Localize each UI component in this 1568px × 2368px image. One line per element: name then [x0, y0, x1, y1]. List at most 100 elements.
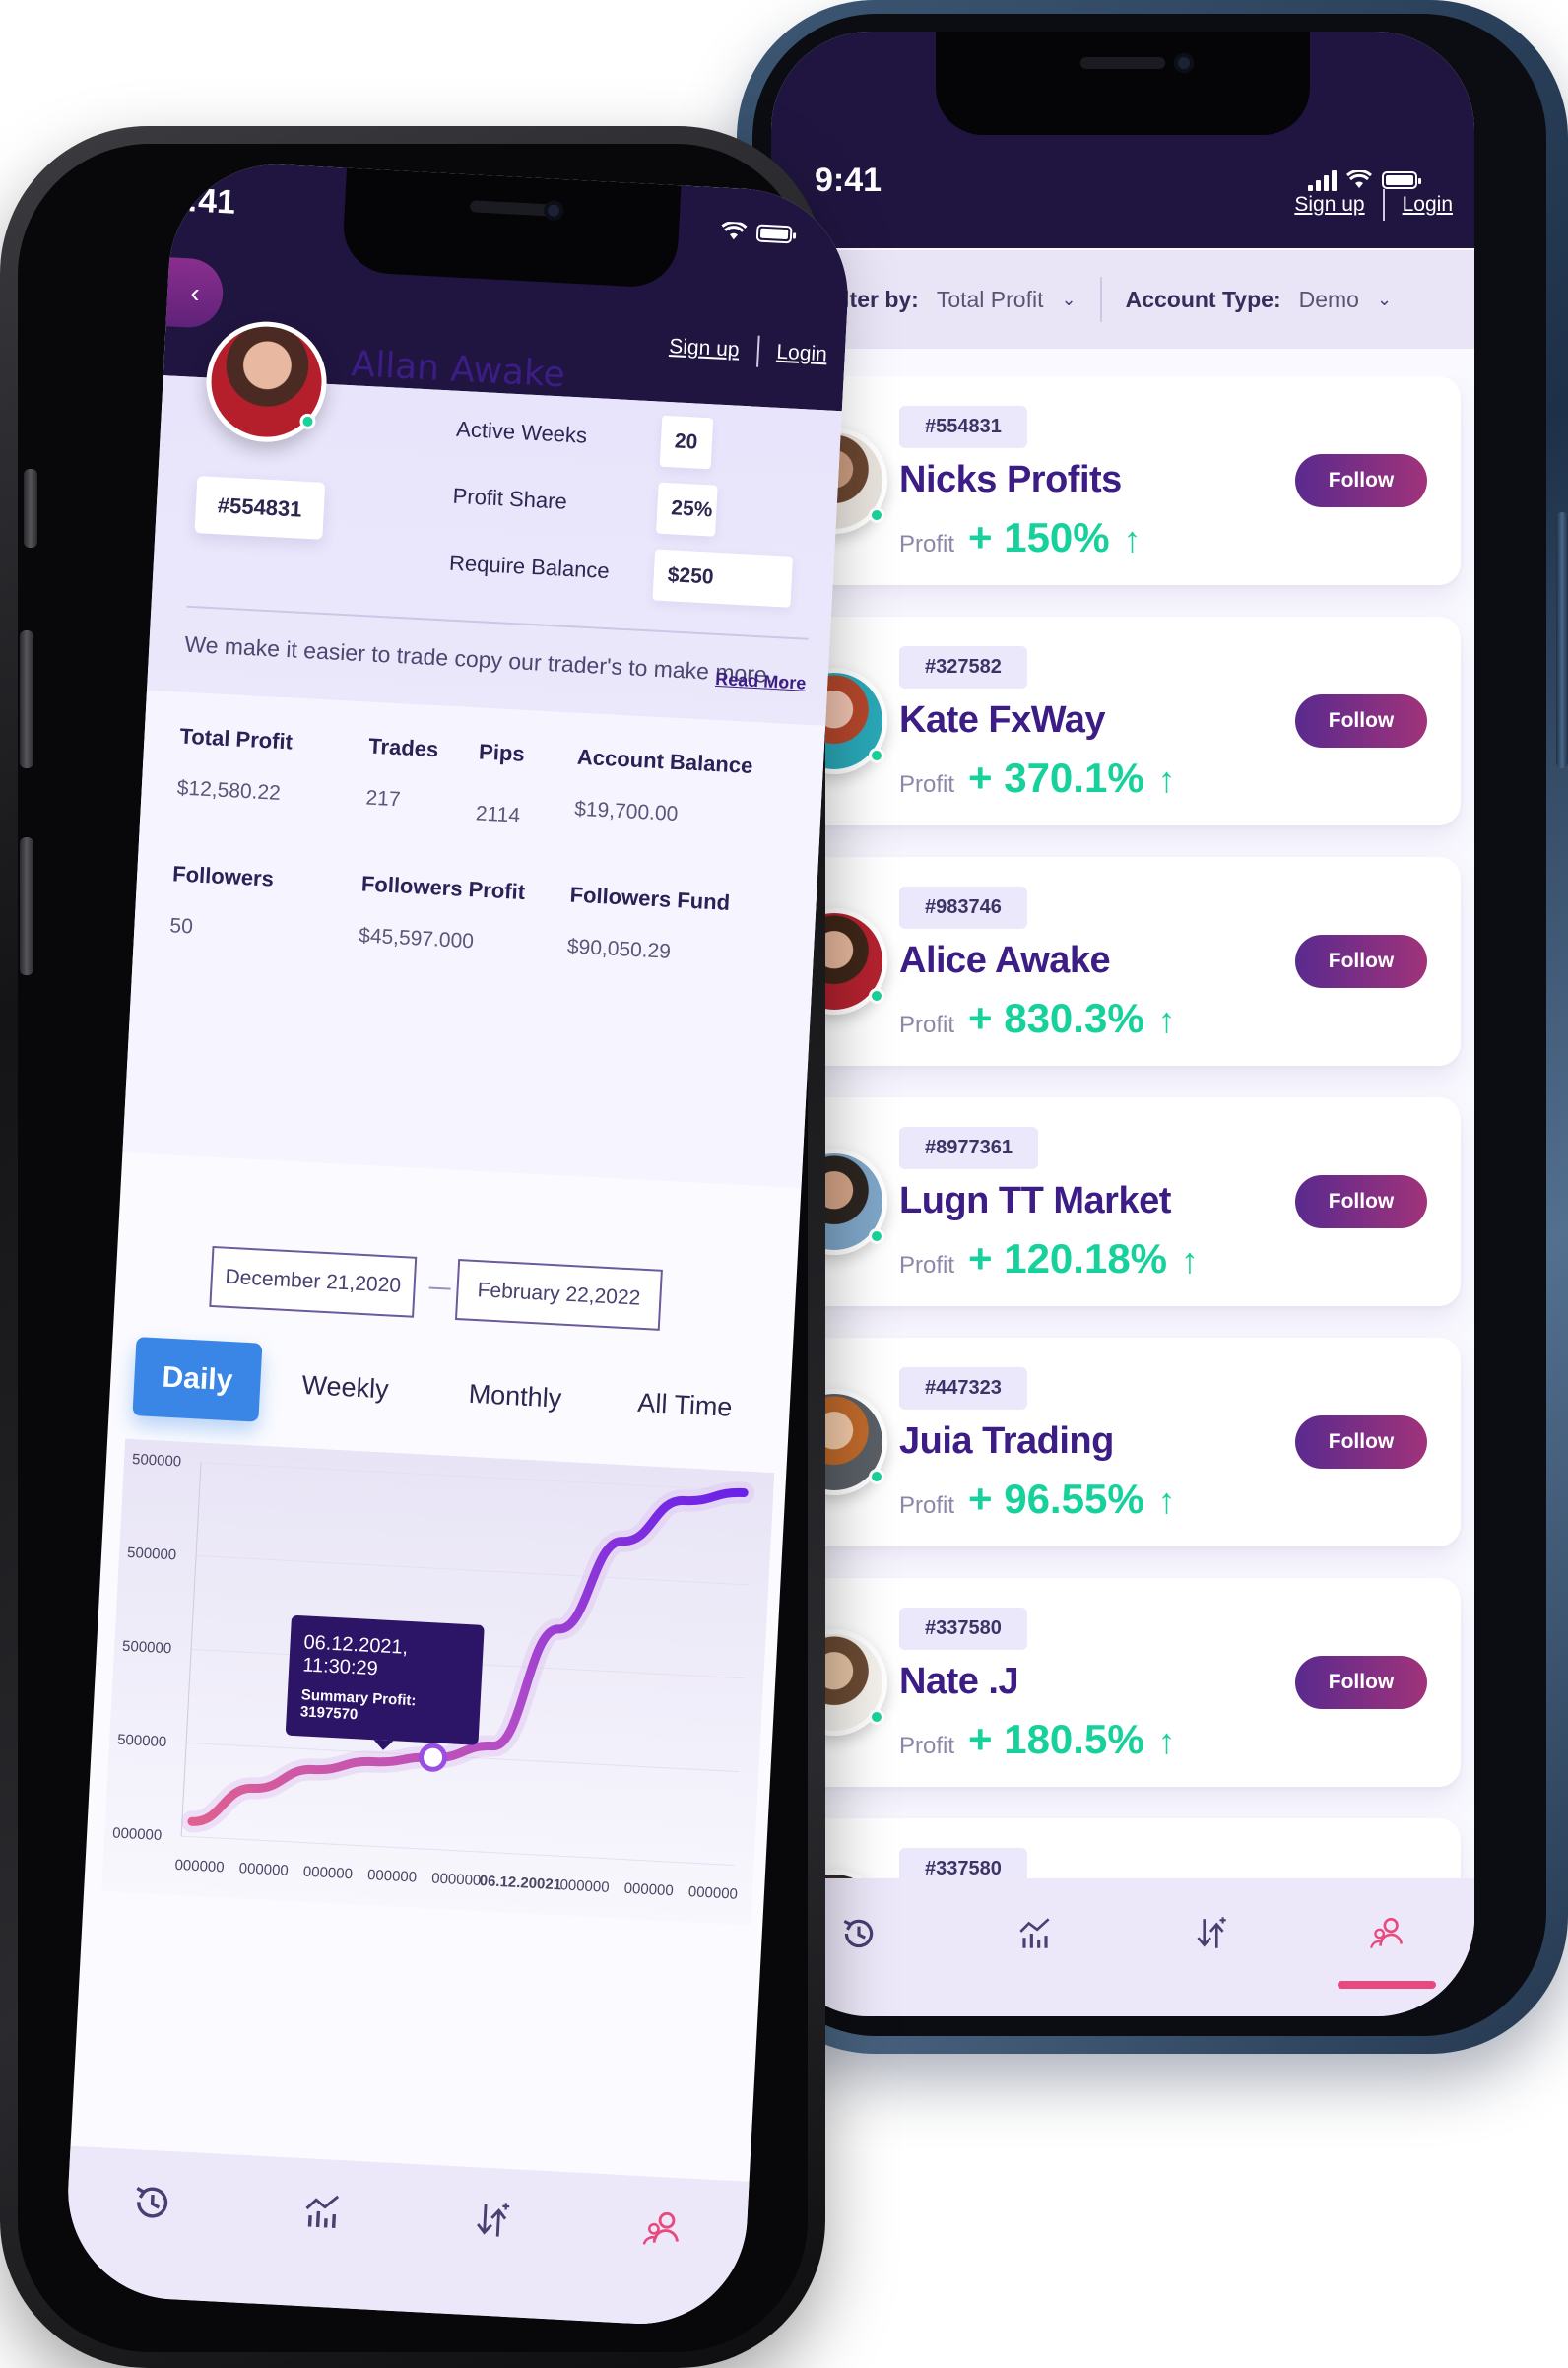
trader-name[interactable]: Nicks Profits [899, 459, 1122, 501]
profit-label: Profit [899, 771, 955, 798]
bottom-tabbar [771, 1878, 1474, 2016]
chevron-down-icon[interactable]: ⌄ [1061, 290, 1076, 310]
status-icons [1308, 169, 1421, 191]
arrow-up-icon: ↑ [1157, 759, 1176, 800]
wifi-icon [1346, 170, 1372, 188]
chevron-left-icon: ‹ [189, 277, 201, 308]
signup-link[interactable]: Sign up [1294, 193, 1364, 217]
arrow-up-icon: ↑ [1123, 519, 1142, 559]
tab-analytics[interactable] [298, 2188, 347, 2240]
online-indicator [869, 748, 884, 763]
date-to-input[interactable]: February 22,2022 [454, 1259, 663, 1331]
signup-link[interactable]: Sign up [669, 335, 740, 362]
filter-select[interactable]: Total Profit [937, 287, 1044, 313]
history-icon [843, 1919, 874, 1948]
profit-value: + 180.5% [968, 1716, 1144, 1762]
analytics-icon [1019, 1918, 1050, 1948]
x-tick-label: 000000 [174, 1857, 225, 1876]
profit-row: Profit + 120.18% ↑ [899, 1235, 1199, 1283]
trader-card[interactable]: #554831 Nicks Profits Profit + 150% ↑ Follow [771, 376, 1461, 585]
account-balance-label: Account Balance [576, 744, 753, 778]
y-tick-label: 500000 [122, 1638, 172, 1658]
date-from-input[interactable]: December 21,2020 [209, 1245, 418, 1318]
follow-button[interactable]: Follow [1295, 694, 1427, 748]
date-range-separator [428, 1286, 451, 1290]
profit-label: Profit [899, 531, 955, 558]
trader-name[interactable]: Kate FxWay [899, 699, 1106, 742]
copy-traders-icon [642, 2211, 679, 2245]
followers-value: 50 [168, 914, 194, 939]
signal-icon [1308, 169, 1337, 191]
profit-row: Profit + 96.55% ↑ [899, 1476, 1176, 1523]
notch [936, 32, 1310, 135]
filter-divider [1099, 277, 1102, 322]
arrow-up-icon: ↑ [1157, 1000, 1176, 1040]
trader-id-badge: #327582 [899, 646, 1027, 689]
trades-value: 217 [364, 786, 402, 812]
tab-trade[interactable] [468, 2197, 516, 2249]
tooltip-summary: Summary Profit: 3197570 [299, 1686, 417, 1724]
tab-copy-traders[interactable] [637, 2205, 686, 2258]
arrow-up-icon: ↑ [1157, 1721, 1176, 1761]
auth-links: Sign up Login [1294, 189, 1453, 221]
followers-label: Followers [171, 861, 275, 891]
follow-button[interactable]: Follow [1295, 1175, 1427, 1228]
total-profit-label: Total Profit [178, 723, 294, 755]
trader-name[interactable]: Alice Awake [899, 940, 1111, 982]
chart-point-marker[interactable] [419, 1743, 448, 1772]
online-indicator [869, 1469, 884, 1484]
trader-card[interactable]: #983746 Alice Awake Profit + 830.3% ↑ Follow [771, 857, 1461, 1066]
tab-all-time[interactable]: All Time [599, 1385, 770, 1424]
auth-separator [755, 335, 760, 367]
trade-icon [477, 2203, 510, 2237]
status-time: 9:41 [167, 180, 237, 222]
account-type-select[interactable]: Demo [1299, 287, 1359, 313]
trade-icon [1197, 1917, 1226, 1948]
power-button [1556, 512, 1568, 768]
profit-row: Profit + 830.3% ↑ [899, 995, 1176, 1042]
followers-fund-value: $90,050.29 [566, 935, 672, 963]
tab-analytics[interactable] [1006, 1904, 1065, 1963]
trader-card[interactable]: #337580 Nate .J Profit + 180.5% ↑ Follow [771, 1578, 1461, 1787]
follow-button[interactable]: Follow [1295, 1656, 1427, 1709]
notch [341, 167, 682, 290]
tab-history[interactable] [829, 1904, 888, 1963]
left-phone-screen: 9:41 Sign up Login ‹ Allan Awake #554831… [62, 159, 854, 2330]
followers-fund-label: Followers Fund [569, 882, 731, 915]
trader-name[interactable]: Lugn TT Market [899, 1180, 1171, 1222]
tab-active-indicator [1337, 1981, 1436, 1989]
chevron-down-icon[interactable]: ⌄ [1377, 290, 1392, 310]
profit-label: Profit [899, 1252, 955, 1279]
tab-monthly[interactable]: Monthly [429, 1376, 601, 1415]
profit-label: Profit [899, 1012, 955, 1038]
filter-bar: ⌄ filter by: Total Profit ⌄ Account Type… [771, 250, 1474, 349]
profit-value: + 830.3% [968, 995, 1144, 1041]
trader-card[interactable]: #8977361 Lugn TT Market Profit + 120.18% ↑ Fo… [771, 1097, 1461, 1306]
trader-name[interactable]: Nate .J [899, 1661, 1019, 1703]
follow-button[interactable]: Follow [1295, 454, 1427, 507]
profit-row: Profit + 370.1% ↑ [899, 755, 1176, 802]
tab-daily[interactable]: Daily [132, 1337, 263, 1422]
arrow-up-icon: ↑ [1157, 1480, 1176, 1521]
profit-label: Profit [899, 1733, 955, 1759]
tab-weekly[interactable]: Weekly [260, 1367, 431, 1407]
online-indicator [869, 988, 884, 1004]
trader-list: #554831 Nicks Profits Profit + 150% ↑ Follow #… [771, 376, 1474, 1888]
trader-id-badge: #8977361 [899, 1127, 1038, 1169]
login-link[interactable]: Login [776, 341, 828, 367]
auth-separator [1382, 189, 1385, 221]
trader-id-badge: #554831 [899, 406, 1027, 448]
volume-down-button [20, 837, 33, 975]
trader-name[interactable]: Juia Trading [899, 1420, 1114, 1463]
tab-copy-traders[interactable] [1337, 1904, 1436, 1989]
tab-history[interactable] [128, 2179, 176, 2231]
arrow-up-icon: ↑ [1181, 1240, 1200, 1281]
pips-label: Pips [478, 739, 526, 766]
login-link[interactable]: Login [1403, 193, 1453, 217]
active-weeks-value: 20 [659, 415, 714, 470]
follow-button[interactable]: Follow [1295, 1415, 1427, 1469]
follow-button[interactable]: Follow [1295, 935, 1427, 988]
tab-trade[interactable] [1181, 1904, 1240, 1963]
trader-card[interactable]: #327582 Kate FxWay Profit + 370.1% ↑ Follow [771, 617, 1461, 825]
trader-card[interactable]: #447323 Juia Trading Profit + 96.55% ↑ Follow [771, 1338, 1461, 1546]
